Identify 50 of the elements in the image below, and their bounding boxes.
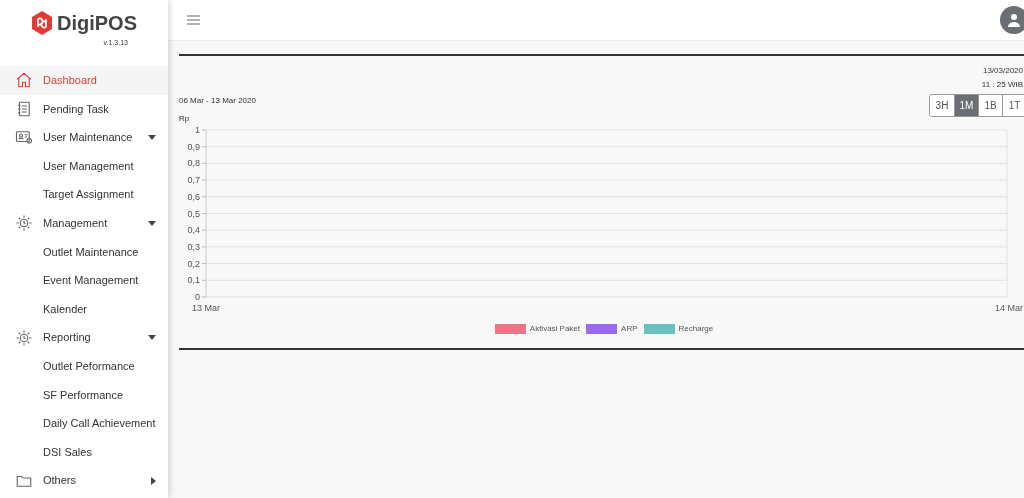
- sidebar-item[interactable]: SF Performance: [0, 380, 168, 410]
- axis-tick-label: 1: [195, 125, 200, 135]
- axis-tick-label: 0,2: [187, 258, 200, 269]
- current-date: 13/03/2020: [982, 65, 1023, 77]
- sidebar-item[interactable]: Outlet Maintenance: [0, 237, 168, 267]
- sidebar-item[interactable]: Pending Task: [0, 94, 168, 124]
- range-button[interactable]: 3H: [930, 95, 954, 116]
- sidebar-item[interactable]: Kalender: [0, 294, 168, 324]
- sidebar-item[interactable]: DSI Sales: [0, 437, 168, 467]
- sidebar-item[interactable]: Event Management: [0, 266, 168, 295]
- gear-icon: [14, 328, 33, 347]
- range-button[interactable]: 1T: [1002, 95, 1024, 116]
- brand-name: DigiPOS: [57, 11, 137, 36]
- sidebar-item[interactable]: Others: [0, 466, 168, 495]
- sidebar-item[interactable]: Daily Call Achievement: [0, 409, 168, 438]
- legend-label: ARP: [621, 323, 638, 335]
- axis-unit-label: Rp: [179, 113, 191, 125]
- gear-icon: [14, 214, 33, 233]
- axis-tick-label: 0,3: [187, 241, 200, 252]
- range-button[interactable]: 1B: [978, 95, 1002, 116]
- current-time: 11 : 25 WIB: [981, 79, 1023, 91]
- axis-tick-label: 14 Mar: [995, 303, 1023, 313]
- sidebar-item[interactable]: User Management: [0, 151, 168, 181]
- legend-label: Recharge: [678, 323, 714, 335]
- range-button[interactable]: 1M: [954, 95, 978, 116]
- axis-tick-label: 0,6: [187, 191, 200, 202]
- avatar-icon[interactable]: [1000, 6, 1024, 34]
- sidebar-item[interactable]: Dashboard: [0, 66, 168, 95]
- sidebar-item[interactable]: Management: [0, 208, 168, 238]
- legend-label: Aktivasi Paket: [529, 323, 581, 335]
- sidebar-item[interactable]: Reporting: [0, 323, 168, 352]
- axis-tick-label: 0,5: [187, 208, 200, 219]
- axis-tick-label: 0,4: [187, 225, 200, 236]
- axis-tick-label: 0: [195, 292, 200, 302]
- sidebar-item[interactable]: Target Assignment: [0, 180, 168, 209]
- axis-tick-label: 0,7: [187, 175, 200, 186]
- caret-down-icon: [148, 220, 156, 226]
- sidebar-item[interactable]: User Maintenance: [0, 123, 168, 152]
- logo-icon: [31, 11, 53, 35]
- id-card-icon: [14, 128, 33, 147]
- caret-down-icon: [148, 335, 156, 341]
- caret-down-icon: [148, 135, 156, 140]
- home-icon: [14, 71, 33, 90]
- axis-tick-label: 13 Mar: [192, 303, 220, 313]
- sidebar-item[interactable]: Outlet Peformance: [0, 351, 168, 381]
- caret-right-icon: [151, 476, 156, 485]
- axis-tick-label: 0,9: [187, 141, 200, 152]
- date-range-label: 06 Mar - 13 Mar 2020: [179, 95, 256, 107]
- axis-tick-label: 0,8: [187, 158, 200, 169]
- axis-tick-label: 0,1: [187, 275, 200, 286]
